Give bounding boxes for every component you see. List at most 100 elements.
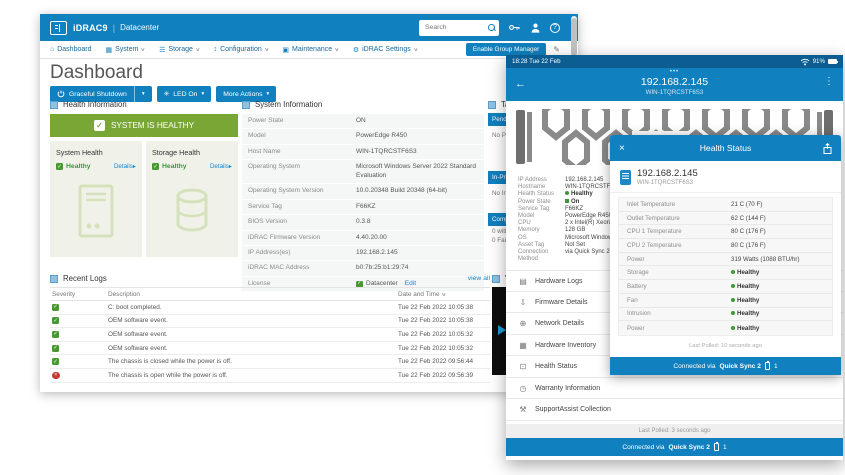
system-information-panel: System Information Power State ON Model Po… [242,100,484,293]
warranty-clock-icon: ◷ [519,383,527,393]
log-row: ✓ C: boot completed. Tue 22 Feb 2022 10:… [50,301,490,315]
caret-down-icon: ▾ [201,91,205,97]
check-icon: ✓ [56,163,63,170]
sysinfo-row: iDRAC Firmware Version 4.40.20.00 [242,231,484,246]
storage-health-details-link[interactable]: Details▸ [210,163,232,170]
sysinfo-row: Power State ON [242,114,484,130]
chevron-down-icon: ∨ [264,46,270,53]
storage-illustration-icon [176,188,208,232]
sysinfo-row: BIOS Version 0.3.8 [242,215,484,231]
severity-ok-icon: ✓ [52,303,59,311]
severity-ok-icon: ✓ [52,317,59,325]
omm-phone-window: 18:28 Tue 22 Feb 91% ••• ← 192.168.2.145… [506,55,843,460]
modal-device-ip: 192.168.2.145 [637,168,698,179]
logs-header-row: Severity Description Date and Time∨ [50,288,490,301]
system-health-status: Healthy [66,163,91,170]
phone-last-polled: Last Polled: 3 seconds ago [506,424,843,438]
key-icon[interactable] [508,22,520,34]
chevron-down-icon: ∨ [334,46,340,53]
system-healthy-banner: ✓ SYSTEM IS HEALTHY [50,114,238,137]
share-icon[interactable] [823,142,832,154]
storage-health-title: Storage Health [152,148,200,157]
virtual-console-icon [492,274,500,283]
view-all-link[interactable]: view all [468,275,490,282]
healthy-dot-icon [731,283,735,288]
chevron-down-icon: ∨ [140,46,146,53]
nav-configuration-label: Configuration [220,46,262,53]
close-icon[interactable]: × [619,143,625,154]
nav-configuration[interactable]: ↕ Configuration ∨ [213,46,270,53]
nav-dashboard-label: Dashboard [57,46,92,53]
app-header: iDRAC9 | Datacenter ? [40,14,578,41]
search-icon[interactable] [488,24,495,31]
chevron-down-icon: ∨ [195,46,201,53]
system-health-title: System Health [56,148,103,157]
health-status-icon: ⊡ [519,362,527,372]
help-icon[interactable]: ? [550,22,560,33]
nav-dashboard[interactable]: ⌂ Dashboard [50,46,91,53]
battery-count: 1 [722,443,727,451]
play-icon[interactable] [498,325,506,335]
firmware-download-icon: ⇩ [519,297,527,307]
log-row: ✓ The chassis is closed while the power … [50,355,490,369]
modal-connection-bar: Connected via Quick Sync 2 1 [610,357,841,375]
search-input[interactable] [423,23,481,32]
license-edition: Datacenter [120,23,160,32]
recent-logs-icon [50,274,58,283]
modal-last-polled: Last Polled: 10 seconds ago [689,343,762,350]
phone-footer: Last Polled: 3 seconds ago Connected via… [506,424,843,460]
severity-ok-icon: ✓ [52,344,59,352]
idrac-logo-icon [50,20,67,35]
wrench-icon: ⚒ [519,405,527,415]
menu-item-supportassist-collection[interactable]: ⚒ SupportAssist Collection [506,399,843,421]
search-box[interactable] [419,19,499,36]
quick-sync-battery-icon [764,361,770,370]
battery-count: 1 [773,362,778,370]
severity-ok-icon: ✓ [52,330,59,338]
led-on-label: LED On [173,90,198,98]
wifi-icon [800,58,809,65]
storage-health-status: Healthy [162,163,187,170]
configuration-icon: ↕ [213,46,218,53]
sysinfo-row: Operating System Microsoft Windows Server… [242,160,484,185]
log-row: ✓ OEM software event. Tue 22 Feb 2022 10… [50,328,490,342]
modal-header: × Health Status [610,135,841,161]
home-icon: ⌂ [50,46,55,53]
main-nav: ⌂ Dashboard ▦ System ∨ ☰ Storage ∨ ↕ Con… [40,41,570,59]
sysinfo-row: IP Address(es) 192.168.2.145 [242,246,484,262]
hardware-logs-icon: ▤ [519,276,527,286]
menu-item-warranty-information[interactable]: ◷ Warranty Information [506,378,843,400]
nav-maintenance[interactable]: ▣ Maintenance ∨ [282,46,340,54]
check-icon: ✓ [152,163,159,170]
battery-icon [828,59,838,64]
phone-connection-bar: Connected via Quick Sync 2 1 [506,438,843,456]
health-information-title: Health Information [63,100,127,109]
nav-system[interactable]: ▦ System ∨ [105,46,145,54]
screenshot-stage: iDRAC9 | Datacenter ? ⌂ [0,0,845,475]
pencil-icon[interactable]: ✎ [553,45,560,54]
system-healthy-text: SYSTEM IS HEALTHY [110,121,195,130]
quick-sync-battery-icon [713,442,719,451]
idrac-browser-window: iDRAC9 | Datacenter ? ⌂ [40,14,578,392]
network-globe-icon: ⊕ [519,319,527,329]
scrollbar-thumb[interactable] [571,18,577,56]
health-information-icon [50,100,58,109]
title-separator: | [112,22,116,33]
nav-storage[interactable]: ☰ Storage ∨ [159,46,201,54]
system-health-details-link[interactable]: Details▸ [114,163,136,170]
user-icon[interactable] [529,22,541,34]
overflow-menu-icon[interactable]: ⋮ [824,76,834,87]
nav-idrac-settings-label: iDRAC Settings [362,46,411,53]
app-name: iDRAC9 [73,22,108,33]
sysinfo-row: Service Tag F66KZ [242,200,484,216]
healthy-dot-icon [731,297,735,302]
server-device-icon [620,169,631,185]
nav-idrac-settings[interactable]: ⚙ iDRAC Settings ∨ [353,46,418,54]
maintenance-icon: ▣ [282,46,290,54]
nav-system-label: System [115,46,139,53]
server-illustration-icon [78,184,114,238]
health-status-modal: × Health Status 192.168.2.145 WIN-1TQRCS… [610,135,841,375]
col-datetime[interactable]: Date and Time∨ [398,291,490,298]
details-arrow-icon: ▸ [132,163,136,170]
graceful-shutdown-label: Graceful Shutdown [69,90,127,98]
